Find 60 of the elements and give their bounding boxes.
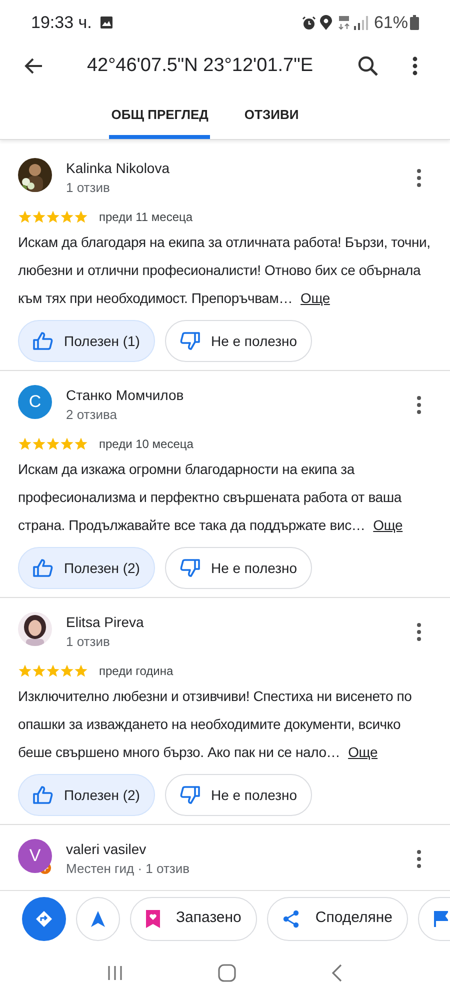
- helpful-button[interactable]: Полезен (2): [18, 547, 155, 589]
- thumbs-up-icon: [33, 559, 53, 577]
- thumbs-down-icon: [180, 559, 200, 577]
- share-button[interactable]: Споделяне: [267, 896, 408, 940]
- save-button[interactable]: Запазено: [130, 896, 258, 940]
- reviewer-meta: 2 отзива: [66, 406, 118, 424]
- recent-apps-icon[interactable]: [107, 965, 124, 981]
- gallery-icon: [100, 16, 113, 29]
- more-link[interactable]: Още: [300, 290, 330, 306]
- directions-icon: [35, 910, 53, 928]
- alarm-icon: [302, 16, 316, 30]
- directions-button[interactable]: [22, 896, 66, 940]
- reviewer-name[interactable]: Станко Момчилов: [66, 385, 416, 405]
- location-icon: [320, 15, 332, 30]
- review-time: преди година: [99, 663, 174, 680]
- review-time: преди 10 месеца: [99, 436, 194, 453]
- tab[interactable]: ОТЗИВИ: [242, 94, 301, 139]
- more-options-icon[interactable]: [412, 56, 418, 76]
- tab[interactable]: ОБЩ ПРЕГЛЕД: [109, 94, 210, 139]
- status-time: 19:33 ч.: [31, 12, 92, 34]
- helpful-button[interactable]: Полезен (1): [18, 320, 155, 362]
- share-icon: [283, 910, 300, 928]
- reviewer-meta: Местен гид · 1 отзив: [66, 860, 191, 878]
- avatar: V: [18, 839, 52, 873]
- not-helpful-button[interactable]: Не е полезно: [164, 774, 312, 816]
- mobile-data-icon: [338, 15, 350, 30]
- review-text: Искам да изкажа огромни благодарности на екипа за професионализма и перфектно свършената работа от ваша страна. Продължавайте все така да поддържате вис… Още: [18, 460, 404, 535]
- bookmark-heart-icon: [146, 910, 160, 928]
- home-icon[interactable]: [218, 964, 236, 982]
- review-time: преди 11 месеца: [99, 209, 193, 226]
- thumbs-up-icon: [33, 786, 53, 804]
- reviewer-meta: 1 отзив: [66, 633, 111, 651]
- battery-icon: [410, 15, 419, 30]
- navigation-arrow-icon: [91, 910, 105, 926]
- battery-level: 61%: [374, 12, 408, 34]
- review-text: Изключително любезни и отзивчиви! Спестиха ни висенето по опашки за изваждането на необходимите документи, всичко беше свършено много бързо. Ако пак ни се нало… Още: [18, 687, 413, 762]
- more-options-icon[interactable]: [416, 622, 422, 642]
- signal-icon: [354, 16, 370, 30]
- not-helpful-button[interactable]: Не е полезно: [164, 547, 312, 589]
- thumbs-down-icon: [180, 786, 200, 804]
- avatar: C: [18, 385, 52, 419]
- more-options-icon[interactable]: [416, 849, 422, 869]
- review-text: Искам да благодаря на екипа за отличната работа! Бързи, точни, любезни и отлични професионалисти! Отново бих се обърнала към тях при необходимост. Препоръчвам… Още: [18, 233, 432, 308]
- reviewer-name[interactable]: Kalinka Nikolova: [66, 158, 416, 178]
- not-helpful-button[interactable]: Не е полезно: [164, 320, 312, 362]
- reviewer-name[interactable]: Elitsa Pireva: [66, 612, 416, 632]
- flag-icon: [434, 910, 448, 926]
- location-title: 42°46'07.5"N 23°12'01.7"E: [86, 54, 314, 78]
- more-options-icon[interactable]: [416, 168, 422, 188]
- reviewer-meta: 1 отзив: [66, 179, 111, 197]
- thumbs-up-icon: [33, 332, 53, 350]
- search-icon[interactable]: [356, 54, 380, 78]
- back-icon[interactable]: [330, 964, 343, 982]
- helpful-button[interactable]: Полезен (2): [18, 774, 155, 816]
- more-options-icon[interactable]: [416, 395, 422, 415]
- thumbs-down-icon: [180, 332, 200, 350]
- more-link[interactable]: Още: [348, 744, 378, 760]
- reviewer-name[interactable]: valeri vasilev: [66, 839, 416, 859]
- start-navigation-button[interactable]: [76, 896, 120, 940]
- more-link[interactable]: Още: [373, 517, 403, 533]
